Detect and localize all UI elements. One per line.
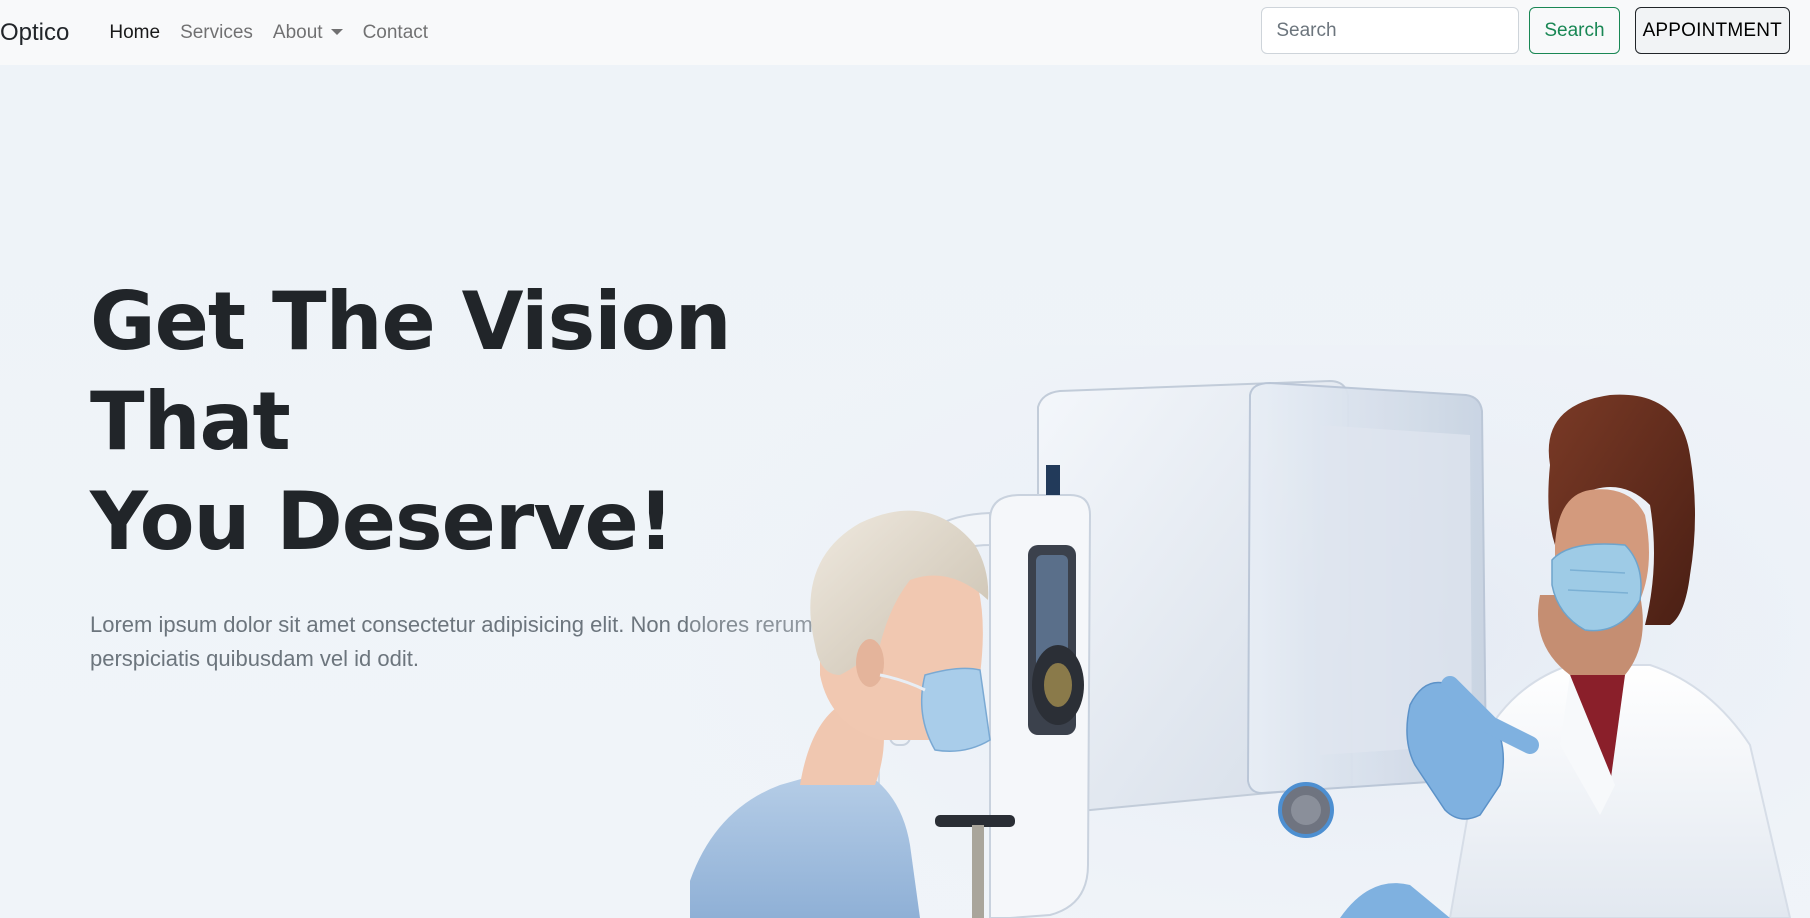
nav-link-services[interactable]: Services (170, 14, 263, 52)
nav-right: Search APPOINTMENT (1261, 7, 1790, 54)
appointment-button[interactable]: APPOINTMENT (1634, 7, 1790, 54)
hero-title-line-1: Get The Vision That (90, 275, 732, 468)
brand-logo[interactable]: Optico (0, 20, 69, 45)
nav-link-contact[interactable]: Contact (353, 14, 438, 52)
nav-link-home[interactable]: Home (99, 14, 170, 52)
navbar: Optico Home Services About Contact Searc… (0, 0, 1810, 65)
nav-link-about-dropdown[interactable]: About (263, 14, 353, 52)
nav-links: Home Services About Contact (99, 14, 438, 52)
nav-link-about-label: About (272, 21, 323, 43)
eye-exam-illustration (690, 345, 1810, 918)
caret-down-icon (330, 28, 343, 35)
search-input[interactable] (1261, 7, 1520, 54)
hero-section: Get The Vision That You Deserve! Lorem i… (0, 65, 1810, 918)
search-button[interactable]: Search (1529, 7, 1620, 54)
hero-title-line-2: You Deserve! (90, 475, 674, 568)
